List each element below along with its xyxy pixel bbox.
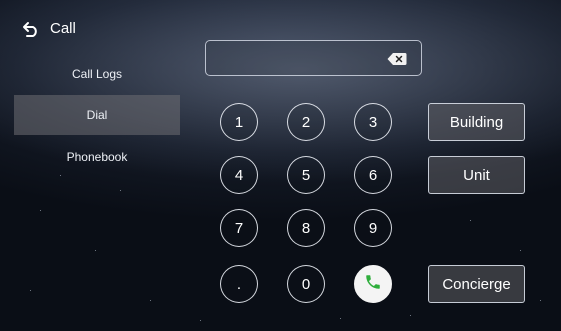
key-dot[interactable]: . [220,265,258,303]
backspace-icon[interactable] [387,52,407,66]
key-0[interactable]: 0 [287,265,325,303]
key-2[interactable]: 2 [287,103,325,141]
key-label: 8 [301,219,311,237]
key-label: 6 [368,166,378,184]
key-7[interactable]: 7 [220,209,258,247]
key-8[interactable]: 8 [287,209,325,247]
sidebar-item-dial[interactable]: Dial [14,95,180,135]
sidebar-item-phonebook[interactable]: Phonebook [14,137,180,177]
concierge-button[interactable]: Concierge [428,265,525,303]
key-label: 5 [301,166,311,184]
building-button[interactable]: Building [428,103,525,141]
call-button[interactable] [354,265,392,303]
key-9[interactable]: 9 [354,209,392,247]
dial-number-field[interactable] [205,40,422,76]
key-label: 7 [234,219,244,237]
call-screen: Call Call Logs Dial Phonebook 1 2 3 4 5 … [0,0,561,331]
key-label: 0 [301,275,311,293]
unit-button-label: Unit [463,166,490,184]
sidebar-item-label: Dial [86,108,108,122]
key-label: 1 [234,113,244,131]
concierge-button-label: Concierge [442,275,511,293]
key-5[interactable]: 5 [287,156,325,194]
sidebar-item-label: Phonebook [66,150,128,164]
key-label: 4 [234,166,244,184]
key-4[interactable]: 4 [220,156,258,194]
key-1[interactable]: 1 [220,103,258,141]
key-6[interactable]: 6 [354,156,392,194]
unit-button[interactable]: Unit [428,156,525,194]
key-label: 3 [368,113,378,131]
phone-icon [364,273,382,295]
building-button-label: Building [449,113,504,131]
key-label: . [236,275,242,293]
key-label: 9 [368,219,378,237]
header: Call [22,20,76,37]
back-icon[interactable] [22,21,40,37]
key-label: 2 [301,113,311,131]
sidebar-item-call-logs[interactable]: Call Logs [14,54,180,94]
page-title: Call [50,20,76,37]
sidebar-item-label: Call Logs [71,67,123,81]
key-3[interactable]: 3 [354,103,392,141]
